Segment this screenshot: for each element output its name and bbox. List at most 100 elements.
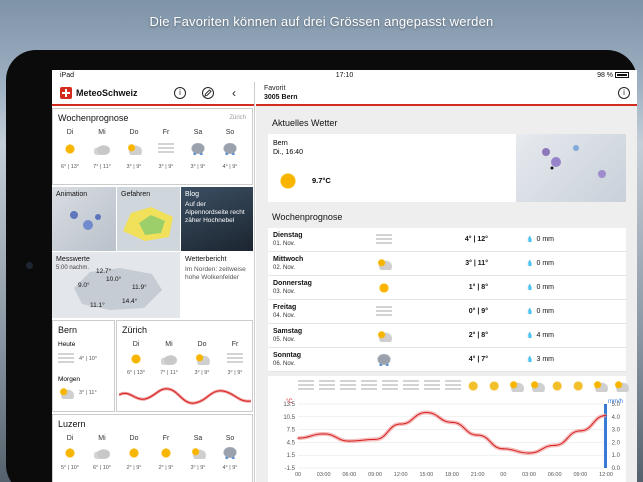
measurement-value: 10.0°	[106, 276, 122, 283]
forecast-row[interactable]: Freitag 04. Nov. 0° | 9° 💧 0 mm	[268, 300, 626, 324]
fog-icon	[403, 380, 419, 392]
measurements-tile[interactable]: Messwerte 5:00 nachm. 12.7° 11.9° 9.0° 1…	[52, 252, 180, 318]
week-forecast-card[interactable]: Wochenprognose Zürich Di 6° | 13° Mi 7° | 1…	[52, 108, 253, 185]
row-temp: 3° | 11°	[465, 260, 488, 267]
forecast-temp: 4° | 9°	[222, 164, 238, 170]
collapse-button[interactable]: ‹	[232, 86, 236, 100]
measurement-value: 11.1°	[90, 302, 105, 309]
moon-icon	[466, 380, 482, 392]
forecast-temp: 2° | 9°	[158, 465, 174, 471]
current-weather-panel[interactable]: Bern Di., 16:40 9.7°C	[268, 134, 626, 202]
forecast-day: Do	[129, 435, 139, 442]
measurements-time: 5:00 nachm.	[56, 265, 90, 271]
radar-thumbnail[interactable]	[516, 134, 626, 202]
row-precip: 💧 4 mm	[526, 332, 554, 339]
current-time: Di., 16:40	[273, 149, 303, 156]
row-precip-value: 0 mm	[536, 308, 554, 315]
meteogram-panel[interactable]: 13.5 5.0 10.5 4.0 7.5 3.0 4.5 2.0 1.5 1.0 -1.5 0.0 °…	[268, 376, 629, 482]
forecast-row[interactable]: Samstag 05. Nov. 2° | 8° 💧 4 mm	[268, 324, 626, 348]
forecast-temp: 7° | 11°	[160, 370, 178, 376]
current-weather-title: Aktuelles Wetter	[272, 118, 338, 128]
current-location: Bern	[273, 140, 288, 147]
raindrop-icon: 💧	[526, 237, 534, 243]
info-icon: i	[179, 88, 181, 97]
forecast-row[interactable]: Mittwoch 02. Nov. 3° | 11° 💧 0 mm	[268, 252, 626, 276]
y2-tick-label: 0.0	[612, 466, 621, 472]
raindrop-icon: 💧	[526, 261, 534, 267]
luzern-title: Luzern	[58, 419, 86, 429]
week-forecast-location[interactable]: Zürich	[229, 115, 246, 121]
raindrop-icon: 💧	[526, 357, 534, 363]
partly-sunny-icon	[376, 258, 392, 270]
screen: iPad 17:10 98 % MeteoSchweiz i ‹ Wochenp…	[52, 70, 637, 482]
ipad-frame: iPad 17:10 98 % MeteoSchweiz i ‹ Wochenp…	[6, 50, 637, 482]
detail-info-button[interactable]: i	[618, 87, 630, 99]
info-button[interactable]: i	[174, 87, 186, 99]
measurement-value: 14.4°	[122, 298, 138, 305]
hazards-label: Gefahren	[121, 191, 151, 198]
hazard-area	[123, 207, 173, 241]
row-precip-value: 0 mm	[536, 260, 554, 267]
battery-status: 98 %	[597, 72, 629, 79]
zurich-favorite-card[interactable]: Zürich Di 6° | 13° Mi 7° | 11° Do 3° | 9° Fr 3°…	[116, 320, 253, 412]
fog-icon	[58, 353, 74, 365]
row-day: Freitag	[273, 304, 297, 311]
forecast-day: Di	[66, 435, 74, 442]
row-precip: 💧 0 mm	[526, 308, 554, 315]
clock: 17:10	[335, 72, 354, 79]
forecast-day: Mi	[98, 435, 106, 442]
forecast-row[interactable]: Dienstag 01. Nov. 4° | 12° 💧 0 mm	[268, 228, 626, 252]
bern-favorite-card[interactable]: Bern Heute 4° | 10° Morgen 3° | 11°	[52, 320, 115, 412]
app-header: MeteoSchweiz i ‹	[52, 82, 254, 106]
sun-icon	[128, 353, 144, 365]
row-precip-value: 0 mm	[536, 236, 554, 243]
forecast-temp: 3° | 9°	[194, 370, 210, 376]
report-tile[interactable]: Wetterbericht Im Norden: zeitweise hohe …	[181, 252, 253, 318]
measurements-label: Messwerte	[56, 256, 90, 263]
row-date: 06. Nov.	[273, 361, 295, 367]
forecast-day: Sa	[193, 435, 203, 442]
forecast-row[interactable]: Sonntag 06. Nov. 4° | 7° 💧 3 mm	[268, 348, 626, 372]
temperature-point	[400, 423, 402, 425]
x-tick-label: 00	[295, 472, 301, 478]
forecast-day: Di	[66, 129, 74, 136]
x-tick-label: 00	[500, 472, 506, 478]
y2-tick-label: 3.0	[612, 428, 621, 434]
row-temp: 4° | 12°	[464, 236, 488, 243]
report-title: Wetterbericht	[185, 256, 227, 263]
edit-button[interactable]	[202, 87, 214, 99]
hazards-tile[interactable]: Gefahren	[117, 187, 180, 251]
sun-icon	[62, 447, 78, 459]
animation-tile[interactable]: Animation	[52, 187, 116, 251]
animation-label: Animation	[56, 191, 88, 198]
sun-icon	[276, 170, 300, 192]
temperature-line	[297, 412, 607, 454]
forecast-temp: 3° | 9°	[190, 465, 206, 471]
row-day: Sonntag	[273, 352, 301, 359]
temperature-point	[451, 421, 453, 423]
fog-icon	[158, 143, 174, 155]
x-tick-label: 06:00	[342, 472, 356, 478]
forecast-temp: 4° | 9°	[222, 465, 238, 471]
forecast-day: Fr	[162, 435, 170, 442]
fog-icon	[424, 380, 440, 392]
row-day: Dienstag	[273, 232, 303, 239]
moon-icon	[571, 380, 587, 392]
favorite-label: Favorit	[264, 85, 286, 92]
x-tick-label: 09:00	[573, 472, 587, 478]
raindrop-icon: 💧	[526, 333, 534, 339]
forecast-temp: 3° | 9°	[158, 164, 174, 170]
x-tick-label: 03:00	[522, 472, 536, 478]
row-date: 04. Nov.	[273, 313, 295, 319]
forecast-temp: 3° | 9°	[126, 164, 142, 170]
forecast-row[interactable]: Donnerstag 03. Nov. 1° | 8° 💧 0 mm	[268, 276, 626, 300]
blog-tile[interactable]: Blog Auf der Alpennordseite recht zäher …	[181, 187, 253, 251]
temperature-band	[297, 410, 607, 456]
temperature-point	[477, 434, 479, 436]
switzerland-outline	[74, 268, 162, 310]
radar-cells	[70, 211, 101, 230]
forecast-day: So	[225, 435, 235, 442]
pencil-icon	[204, 89, 212, 97]
battery-icon	[615, 72, 629, 78]
luzern-favorite-card[interactable]: Luzern Di 5° | 10° Mi 6° | 10° Do 2° | 9° Fr 2°…	[52, 414, 253, 482]
